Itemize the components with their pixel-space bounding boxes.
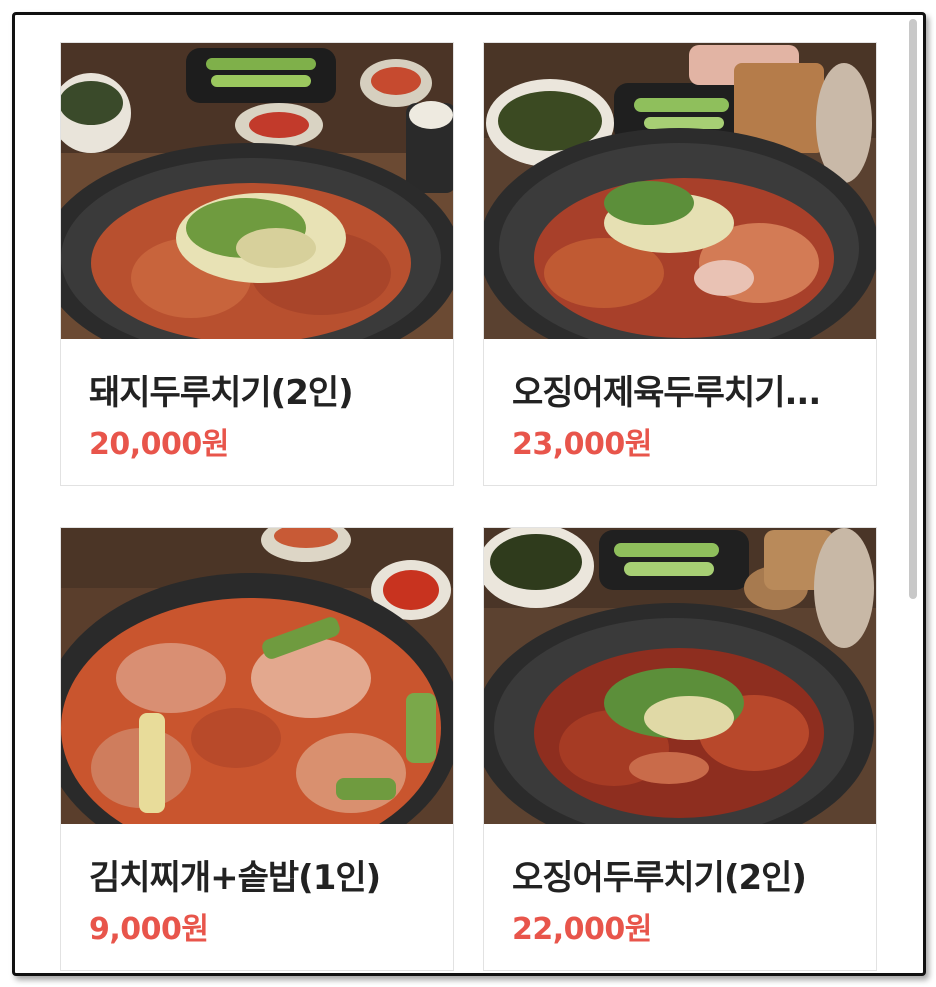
- menu-grid-frame: 돼지두루치기(2인) 20,000원 오징어제육두루치기... 23,000원 …: [12, 12, 926, 976]
- menu-card-info: 돼지두루치기(2인) 20,000원: [61, 339, 453, 485]
- menu-card-info: 오징어두루치기(2인) 22,000원: [484, 824, 876, 970]
- menu-card-info: 오징어제육두루치기... 23,000원: [484, 339, 876, 485]
- squid-pork-stir-fry-photo[interactable]: [484, 43, 876, 339]
- pork-stir-fry-photo[interactable]: [61, 43, 453, 339]
- menu-item-name: 오징어제육두루치기...: [512, 373, 821, 413]
- menu-card-info: 김치찌개+솥밥(1인) 9,000원: [61, 824, 453, 970]
- menu-item-price: 23,000원: [512, 427, 652, 462]
- menu-item-name: 오징어두루치기(2인): [512, 858, 807, 898]
- menu-item-price: 22,000원: [512, 912, 652, 947]
- menu-item-name: 김치찌개+솥밥(1인): [89, 858, 381, 898]
- scrollbar[interactable]: [909, 19, 917, 599]
- squid-stir-fry-photo[interactable]: [484, 528, 876, 824]
- menu-item-price: 9,000원: [89, 912, 209, 947]
- menu-item-price: 20,000원: [89, 427, 229, 462]
- menu-card-pork-stir-fry[interactable]: 돼지두루치기(2인) 20,000원: [60, 42, 454, 486]
- menu-item-name: 돼지두루치기(2인): [89, 373, 354, 413]
- menu-card-squid-pork-stir-fry[interactable]: 오징어제육두루치기... 23,000원: [483, 42, 877, 486]
- kimchi-stew-photo[interactable]: [61, 528, 453, 824]
- menu-card-kimchi-stew[interactable]: 김치찌개+솥밥(1인) 9,000원: [60, 527, 454, 971]
- menu-card-squid-stir-fry[interactable]: 오징어두루치기(2인) 22,000원: [483, 527, 877, 971]
